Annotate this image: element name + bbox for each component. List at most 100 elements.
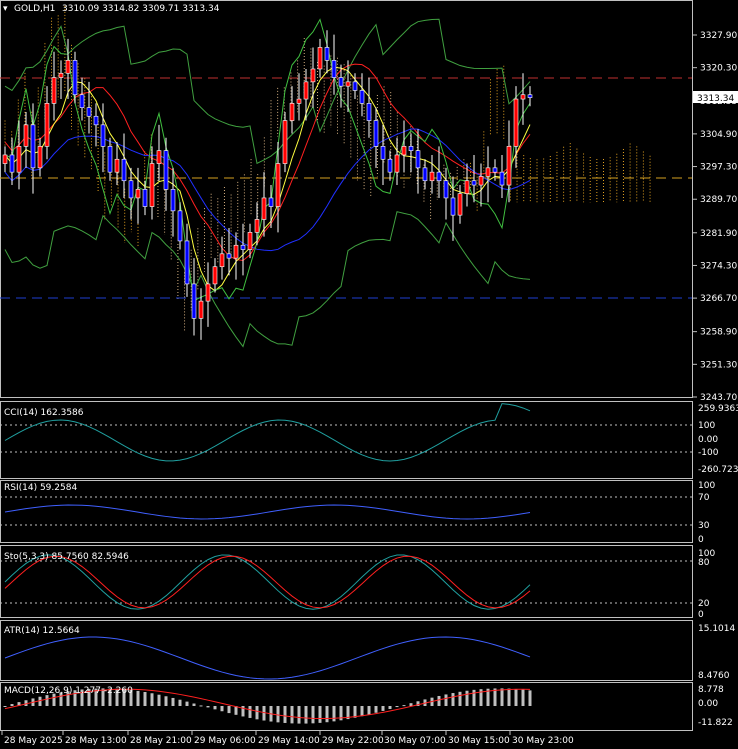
candle-body[interactable] (415, 150, 421, 169)
lower-band-line (4, 211, 531, 348)
candle-body[interactable] (261, 197, 267, 220)
candle-body[interactable] (37, 146, 43, 169)
candle-body[interactable] (233, 244, 239, 259)
indicator-tick: 0 (698, 535, 704, 545)
candle-body[interactable] (324, 47, 330, 61)
candle-body[interactable] (30, 124, 36, 169)
candle-body[interactable] (268, 197, 274, 207)
candle-body[interactable] (79, 94, 85, 108)
candle-body[interactable] (352, 81, 358, 91)
candle-body[interactable] (310, 68, 316, 83)
macd-bar (514, 688, 518, 706)
candle-body[interactable] (338, 77, 344, 87)
candle-body[interactable] (359, 90, 365, 104)
candle-body[interactable] (93, 115, 99, 126)
candle-body[interactable] (485, 167, 491, 177)
candle-body[interactable] (198, 300, 204, 319)
candle-body[interactable] (331, 60, 337, 78)
candle-body[interactable] (303, 81, 309, 100)
candle-body[interactable] (464, 180, 470, 194)
candle-body[interactable] (366, 103, 372, 121)
candle-body[interactable] (436, 171, 442, 182)
candle-body[interactable] (212, 266, 218, 285)
candle-body[interactable] (86, 107, 92, 117)
candle-body[interactable] (149, 163, 155, 207)
candle-body[interactable] (65, 60, 71, 74)
trading-chart[interactable]: ▾ GOLD,H1 3310.09 3314.82 3309.71 3313.3… (0, 0, 738, 749)
candle-body[interactable] (163, 150, 169, 190)
macd-label: MACD(12,26,9) 1.277 -2.260 (4, 686, 133, 696)
candle-body[interactable] (429, 171, 435, 182)
candle-body[interactable] (44, 103, 50, 147)
candle-body[interactable] (156, 150, 162, 164)
indicator-tick: 15.1014 (698, 624, 735, 634)
candle-body[interactable] (107, 146, 113, 173)
candle-body[interactable] (492, 167, 498, 173)
candle-body[interactable] (394, 154, 400, 173)
candle-body[interactable] (51, 77, 57, 104)
candle-body[interactable] (219, 253, 225, 268)
candle-body[interactable] (401, 146, 407, 156)
candle-body[interactable] (16, 146, 22, 173)
chart-dropdown-icon[interactable]: ▾ (3, 4, 8, 14)
candle-body[interactable] (177, 210, 183, 242)
candle-body[interactable] (520, 94, 526, 100)
price-tick: 3274.30 (700, 261, 737, 271)
candle-body[interactable] (240, 244, 246, 250)
candle-body[interactable] (9, 154, 15, 173)
time-tick: 30 May 23:00 (512, 736, 574, 746)
candle-body[interactable] (380, 146, 386, 160)
candle-body[interactable] (226, 253, 232, 259)
candle-body[interactable] (275, 163, 281, 207)
price-tick: 3304.90 (700, 130, 737, 140)
candle-body[interactable] (373, 120, 379, 147)
indicator-panels (0, 403, 692, 724)
candle-body[interactable] (457, 193, 463, 216)
overlay-lines (4, 18, 531, 348)
macd-bar (353, 706, 357, 718)
candle-body[interactable] (254, 219, 260, 233)
candle-body[interactable] (282, 120, 288, 164)
candle-body[interactable] (121, 158, 127, 182)
candle-body[interactable] (289, 103, 295, 121)
indicator-tick: 30 (698, 521, 710, 531)
candle-body[interactable] (128, 180, 134, 199)
candle-body[interactable] (408, 146, 414, 151)
macd-bar (500, 688, 504, 706)
candle-body[interactable] (184, 240, 190, 285)
candle-body[interactable] (142, 189, 148, 207)
candle-body[interactable] (114, 158, 120, 173)
candles[interactable] (2, 30, 533, 340)
candle-body[interactable] (506, 146, 512, 186)
macd-bar (472, 689, 476, 706)
candle-body[interactable] (247, 232, 253, 250)
candle-body[interactable] (205, 283, 211, 302)
candle-body[interactable] (387, 158, 393, 173)
candle-body[interactable] (296, 98, 302, 104)
candle-body[interactable] (2, 154, 8, 164)
candle-body[interactable] (170, 189, 176, 212)
candle-body[interactable] (450, 197, 456, 216)
candle-body[interactable] (478, 176, 484, 186)
macd-bar (255, 706, 259, 720)
candle-body[interactable] (72, 60, 78, 96)
candle-body[interactable] (191, 283, 197, 319)
candle-body[interactable] (100, 124, 106, 147)
macd-bar (381, 706, 385, 711)
candle-body[interactable] (345, 81, 351, 87)
macd-bar (171, 697, 175, 706)
candle-body[interactable] (471, 180, 477, 186)
candle-body[interactable] (58, 72, 64, 78)
candle-body[interactable] (499, 171, 505, 186)
candle-body[interactable] (513, 98, 519, 147)
candle-body[interactable] (135, 189, 141, 199)
macd-bar (227, 706, 231, 714)
candle-body[interactable] (422, 167, 428, 182)
price-tick: 3289.70 (700, 195, 737, 205)
candle-body[interactable] (23, 124, 29, 147)
candle-body[interactable] (443, 180, 449, 199)
candle-body[interactable] (527, 94, 533, 98)
indicator-tick: 0 (698, 610, 704, 620)
candle-body[interactable] (317, 47, 323, 70)
macd-bar (360, 706, 364, 717)
